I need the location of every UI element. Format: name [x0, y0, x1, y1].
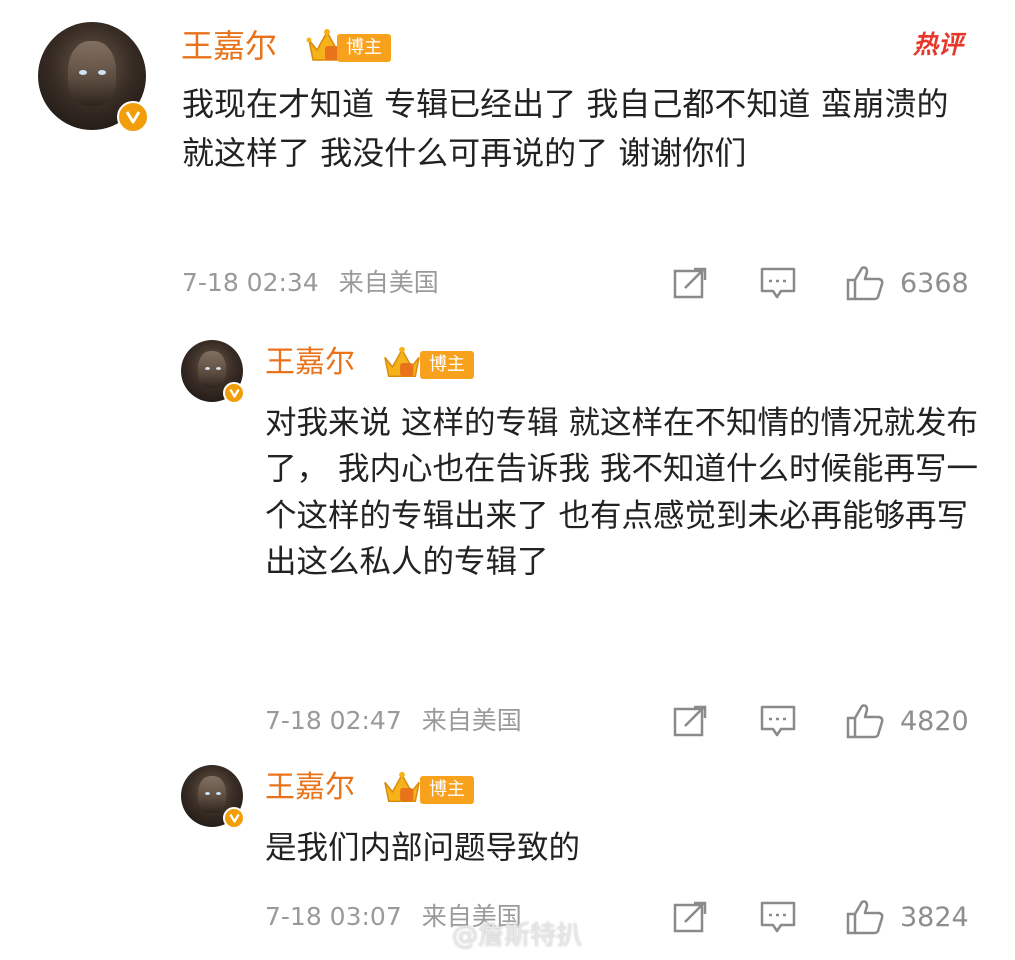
- watermark: @詹斯特扒: [452, 921, 583, 951]
- blogger-badge: 博主: [420, 351, 474, 379]
- comment-icon[interactable]: [759, 266, 797, 300]
- comment-text: 我现在才知道 专辑已经出了 我自己都不知道 蛮崩溃的 就这样了 我没什么可再说的…: [182, 85, 949, 172]
- like-icon[interactable]: [845, 264, 885, 302]
- like-icon[interactable]: [845, 898, 885, 936]
- share-icon[interactable]: [672, 900, 708, 934]
- share-icon[interactable]: [672, 266, 708, 300]
- like-icon[interactable]: [845, 702, 885, 740]
- like-count: 4820: [900, 706, 969, 737]
- reply-comment: 王嘉尔 博主 对我来说 这样的专辑 就这样在不知情的情况就发布了， 我内心也在告…: [0, 330, 1015, 750]
- comment-time: 7-18 03:07: [265, 902, 402, 931]
- crown-icon: [384, 346, 420, 378]
- comment-icon[interactable]: [759, 704, 797, 738]
- author-name[interactable]: 王嘉尔: [265, 348, 355, 378]
- verified-icon: [117, 101, 149, 133]
- comment-text: 对我来说 这样的专辑 就这样在不知情的情况就发布了， 我内心也在告诉我 我不知道…: [265, 405, 979, 580]
- author-name[interactable]: 王嘉尔: [181, 30, 277, 62]
- blogger-badge: 博主: [420, 776, 474, 804]
- comment-time: 7-18 02:47: [265, 706, 402, 735]
- verified-icon: [223, 807, 245, 829]
- comment-main: 王嘉尔 博主 我现在才知道 专辑已经出了 我自己都不知道 蛮崩溃的 就这样了 我…: [0, 0, 1015, 320]
- crown-icon: [384, 771, 420, 803]
- like-count: 3824: [900, 902, 969, 933]
- comment-location: 来自美国: [421, 706, 522, 735]
- blogger-badge: 博主: [337, 34, 391, 62]
- author-name[interactable]: 王嘉尔: [265, 773, 355, 803]
- comment-meta: 7-18 02:34 来自美国: [182, 270, 439, 295]
- comment-icon[interactable]: [759, 900, 797, 934]
- share-icon[interactable]: [672, 704, 708, 738]
- like-count: 6368: [900, 268, 969, 299]
- comment-meta: 7-18 02:47 来自美国: [265, 708, 522, 733]
- comment-location: 来自美国: [338, 268, 439, 297]
- verified-icon: [223, 382, 245, 404]
- comment-text: 是我们内部问题导致的: [265, 830, 581, 866]
- comment-time: 7-18 02:34: [182, 268, 319, 297]
